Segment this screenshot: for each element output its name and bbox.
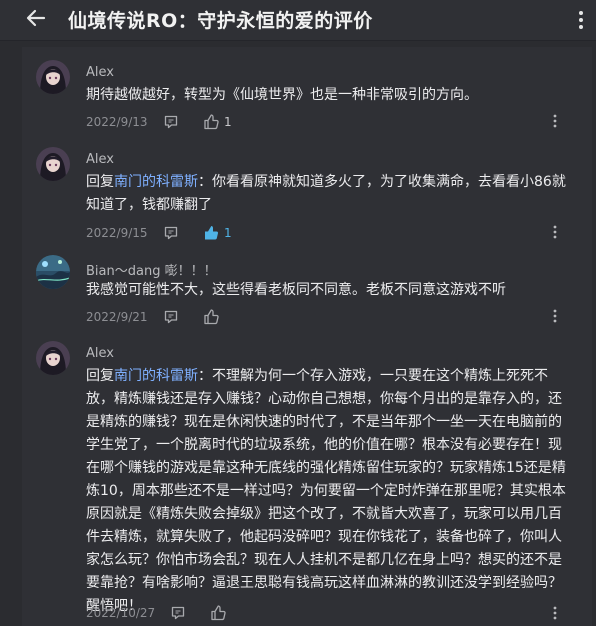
more-vertical-icon[interactable] [574,8,588,32]
comment-author[interactable]: Alex [86,65,114,80]
top-bar: 仙境传说RO：守护永恒的爱的评价 [0,0,596,41]
comment-meta: 2022/9/13 1 [86,112,556,132]
reply-icon[interactable] [170,605,186,621]
comment-body: 期待越做越好，转型为《仙境世界》也是一种非常吸引的方向。 [86,87,478,103]
avatar[interactable] [36,60,70,94]
reply-prefix: 回复 [86,174,114,190]
comment-item: Alex 回复南门的科雷斯：不理解为何一个存入游戏，一只要在这个精炼上死死不放，… [22,337,592,626]
page-title: 仙境传说RO：守护永恒的爱的评价 [68,10,373,32]
more-vertical-icon[interactable] [552,308,558,324]
comment-body: 我感觉可能性不大，这些得看老板同不同意。老板不同意这游戏不听 [86,282,506,298]
reply-icon[interactable] [163,114,179,130]
comment-text: 回复南门的科雷斯：你看看原神就知道多火了，为了收集满命，去看看小86就知道了，钱… [86,171,566,217]
comment-author[interactable]: Alex [86,346,114,361]
thumbs-up-icon[interactable] [203,113,220,130]
comment-text: 回复南门的科雷斯：不理解为何一个存入游戏，一只要在这个精炼上死死不放，精炼赚钱还… [86,365,566,618]
comment-text: 期待越做越好，转型为《仙境世界》也是一种非常吸引的方向。 [86,84,566,107]
thumbs-up-icon[interactable] [210,604,227,621]
comment-item: Bian～dang 嘭！！！ 我感觉可能性不大，这些得看老板同不同意。老板不同意… [22,252,592,332]
reply-to-user-link[interactable]: 南门的科雷斯 [114,174,198,190]
reply-icon[interactable] [163,309,179,325]
reply-prefix: 回复 [86,368,114,384]
thumbs-up-icon[interactable] [203,308,220,325]
comment-text: 我感觉可能性不大，这些得看老板同不同意。老板不同意这游戏不听 [86,279,566,302]
avatar[interactable] [36,255,70,289]
more-vertical-icon[interactable] [552,113,558,129]
comment-date: 2022/9/15 [86,226,148,240]
reply-icon[interactable] [163,225,179,241]
like-count: 1 [224,226,232,240]
comment-author[interactable]: Alex [86,152,114,167]
comment-author[interactable]: Bian～dang 嘭！！！ [86,260,217,279]
thumbs-up-icon[interactable] [203,224,220,241]
comment-item: Alex 回复南门的科雷斯：你看看原神就知道多火了，为了收集满命，去看看小86就… [22,142,592,247]
more-vertical-icon[interactable] [552,605,558,621]
comment-meta: 2022/10/27 [86,603,556,623]
more-vertical-icon[interactable] [552,224,558,240]
comment-meta: 2022/9/15 1 [86,223,556,243]
comment-list: Alex 期待越做越好，转型为《仙境世界》也是一种非常吸引的方向。 2022/9… [22,47,592,626]
avatar[interactable] [36,147,70,181]
comment-date: 2022/9/21 [86,310,148,324]
avatar[interactable] [36,341,70,375]
comment-date: 2022/9/13 [86,115,148,129]
comment-item: Alex 期待越做越好，转型为《仙境世界》也是一种非常吸引的方向。 2022/9… [22,55,592,135]
arrow-left-icon[interactable] [24,6,48,30]
like-count: 1 [224,115,232,129]
comment-body: ：不理解为何一个存入游戏，一只要在这个精炼上死死不放，精炼赚钱还是存入赚钱？心动… [86,368,566,614]
reply-to-user-link[interactable]: 南门的科雷斯 [114,368,198,384]
comment-meta: 2022/9/21 [86,307,556,327]
comment-date: 2022/10/27 [86,606,156,620]
